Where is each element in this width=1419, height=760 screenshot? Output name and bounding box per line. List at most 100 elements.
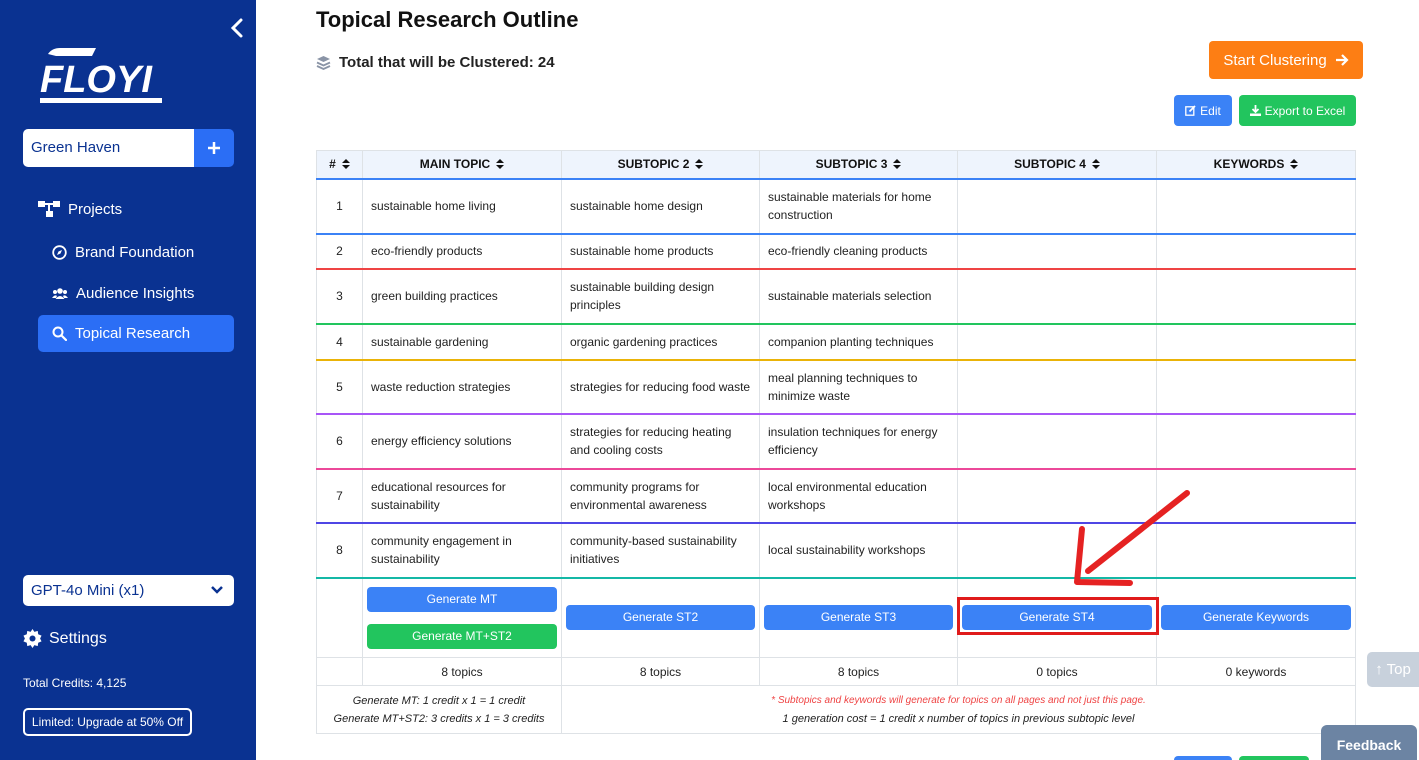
cell-main-topic[interactable]: community engagement in sustainability xyxy=(362,522,562,579)
col-header-number[interactable]: # xyxy=(316,150,363,180)
cell-subtopic-4[interactable] xyxy=(957,522,1157,579)
nav-audience-insights[interactable]: Audience Insights xyxy=(52,282,194,304)
export-label: Export to Excel xyxy=(1264,103,1346,118)
cell-keywords[interactable] xyxy=(1156,359,1356,415)
cell-subtopic-2[interactable]: sustainable home products xyxy=(561,233,760,270)
feedback-button[interactable]: Feedback xyxy=(1321,725,1417,760)
generate-keywords-button[interactable]: Generate Keywords xyxy=(1161,605,1351,631)
upgrade-button[interactable]: Limited: Upgrade at 50% Off xyxy=(23,708,192,736)
cell-subtopic-3[interactable]: insulation techniques for energy efficie… xyxy=(759,413,958,470)
cell-keywords[interactable] xyxy=(1156,178,1356,235)
cell-subtopic-2[interactable]: strategies for reducing heating and cool… xyxy=(561,413,760,470)
total-clustered: Total that will be Clustered: 24 xyxy=(316,54,555,71)
cell-keywords[interactable] xyxy=(1156,468,1356,524)
col-header-main-topic[interactable]: MAIN TOPIC xyxy=(362,150,562,180)
start-clustering-label: Start Clustering xyxy=(1223,51,1327,69)
page-title: Topical Research Outline xyxy=(316,7,579,32)
cost-info-right: * Subtopics and keywords will generate f… xyxy=(561,685,1356,734)
cell-subtopic-4[interactable] xyxy=(957,359,1157,415)
cell-subtopic-4[interactable] xyxy=(957,323,1157,361)
counts-row: 8 topics 8 topics 8 topics 0 topics 0 ke… xyxy=(316,657,1356,686)
row-number: 5 xyxy=(316,359,363,415)
sort-icon xyxy=(695,159,704,170)
cell-main-topic[interactable]: green building practices xyxy=(362,268,562,325)
nav-projects[interactable]: Projects xyxy=(38,198,122,220)
scroll-top-button[interactable]: ↑ Top xyxy=(1367,652,1419,687)
nav-topical-research[interactable]: Topical Research xyxy=(38,315,234,352)
generate-st2-button[interactable]: Generate ST2 xyxy=(566,605,755,631)
edit-button[interactable]: Edit xyxy=(1174,95,1232,126)
cell-subtopic-3[interactable]: local sustainability workshops xyxy=(759,522,958,579)
cell-subtopic-3[interactable]: eco-friendly cleaning products xyxy=(759,233,958,270)
cell-subtopic-2[interactable]: organic gardening practices xyxy=(561,323,760,361)
cell-subtopic-2[interactable]: community-based sustainability initiativ… xyxy=(561,522,760,579)
cell-subtopic-2[interactable]: sustainable home design xyxy=(561,178,760,235)
floyi-logo: FLOYI xyxy=(40,48,162,103)
cell-subtopic-3[interactable]: sustainable materials selection xyxy=(759,268,958,325)
generate-st3-button[interactable]: Generate ST3 xyxy=(764,605,953,631)
cell-subtopic-4[interactable] xyxy=(957,268,1157,325)
cell-subtopic-2[interactable]: sustainable building design principles xyxy=(561,268,760,325)
table-row: 3 green building practices sustainable b… xyxy=(316,268,1356,325)
cell-subtopic-4[interactable] xyxy=(957,233,1157,270)
add-project-button[interactable] xyxy=(194,129,234,167)
start-clustering-button[interactable]: Start Clustering xyxy=(1209,41,1363,79)
sort-icon xyxy=(496,159,505,170)
sort-icon xyxy=(1091,159,1100,170)
cell-subtopic-3[interactable]: meal planning techniques to minimize was… xyxy=(759,359,958,415)
generate-buttons-row: Generate MT Generate MT+ST2 Generate ST2… xyxy=(316,577,1356,658)
table-row: 6 energy efficiency solutions strategies… xyxy=(316,413,1356,470)
count-st2: 8 topics xyxy=(561,657,760,686)
cell-main-topic[interactable]: eco-friendly products xyxy=(362,233,562,270)
cell-main-topic[interactable]: energy efficiency solutions xyxy=(362,413,562,470)
cell-main-topic[interactable]: sustainable gardening xyxy=(362,323,562,361)
cell-keywords[interactable] xyxy=(1156,522,1356,579)
cell-keywords[interactable] xyxy=(1156,233,1356,270)
col-header-keywords[interactable]: KEYWORDS xyxy=(1156,150,1356,180)
col-header-subtopic-3[interactable]: SUBTOPIC 3 xyxy=(759,150,958,180)
export-excel-button[interactable]: Export to Excel xyxy=(1239,95,1356,126)
cell-subtopic-4[interactable] xyxy=(957,468,1157,524)
nav-brand-foundation[interactable]: Brand Foundation xyxy=(52,241,194,263)
generate-st4-button[interactable]: Generate ST4 xyxy=(962,605,1152,631)
nav-brand-foundation-label: Brand Foundation xyxy=(75,243,195,261)
settings-link[interactable]: Settings xyxy=(23,629,107,648)
generate-mt-button[interactable]: Generate MT xyxy=(367,586,557,612)
cell-keywords[interactable] xyxy=(1156,323,1356,361)
cell-subtopic-4[interactable] xyxy=(957,413,1157,470)
project-name-field[interactable]: Green Haven xyxy=(23,129,194,167)
chevron-left-icon[interactable] xyxy=(226,16,248,40)
model-select-value: GPT-4o Mini (x1) xyxy=(31,582,145,599)
generation-cost-rule: 1 generation cost = 1 credit x number of… xyxy=(782,712,1135,725)
cell-subtopic-3[interactable]: sustainable materials for home construct… xyxy=(759,178,958,235)
table-row: 2 eco-friendly products sustainable home… xyxy=(316,233,1356,270)
count-st3: 8 topics xyxy=(759,657,958,686)
sidebar: FLOYI Green Haven Projects Brand Foundat… xyxy=(0,0,256,760)
cell-main-topic[interactable]: educational resources for sustainability xyxy=(362,468,562,524)
cell-subtopic-2[interactable]: community programs for environmental awa… xyxy=(561,468,760,524)
cost-mt-st2-text: Generate MT+ST2: 3 credits x 1 = 3 credi… xyxy=(333,712,545,725)
nav-projects-label: Projects xyxy=(68,200,123,218)
cell-subtopic-4[interactable] xyxy=(957,178,1157,235)
generate-st3-cell: Generate ST3 xyxy=(759,577,958,658)
row-number: 1 xyxy=(316,178,363,235)
row-number: 3 xyxy=(316,268,363,325)
col-header-subtopic-4[interactable]: SUBTOPIC 4 xyxy=(957,150,1157,180)
cell-subtopic-3[interactable]: companion planting techniques xyxy=(759,323,958,361)
col-header-subtopic-2[interactable]: SUBTOPIC 2 xyxy=(561,150,760,180)
generate-mt-st2-button[interactable]: Generate MT+ST2 xyxy=(367,623,557,649)
empty-cell xyxy=(316,577,363,658)
generate-st2-cell: Generate ST2 xyxy=(561,577,760,658)
plus-icon xyxy=(208,142,220,154)
cell-main-topic[interactable]: waste reduction strategies xyxy=(362,359,562,415)
cell-main-topic[interactable]: sustainable home living xyxy=(362,178,562,235)
table-row: 8 community engagement in sustainability… xyxy=(316,522,1356,579)
model-select[interactable]: GPT-4o Mini (x1) xyxy=(23,575,234,606)
count-keywords: 0 keywords xyxy=(1156,657,1356,686)
generate-keywords-cell: Generate Keywords xyxy=(1156,577,1356,658)
cell-keywords[interactable] xyxy=(1156,413,1356,470)
count-st4: 0 topics xyxy=(957,657,1157,686)
cell-subtopic-2[interactable]: strategies for reducing food waste xyxy=(561,359,760,415)
cell-keywords[interactable] xyxy=(1156,268,1356,325)
cell-subtopic-3[interactable]: local environmental education workshops xyxy=(759,468,958,524)
